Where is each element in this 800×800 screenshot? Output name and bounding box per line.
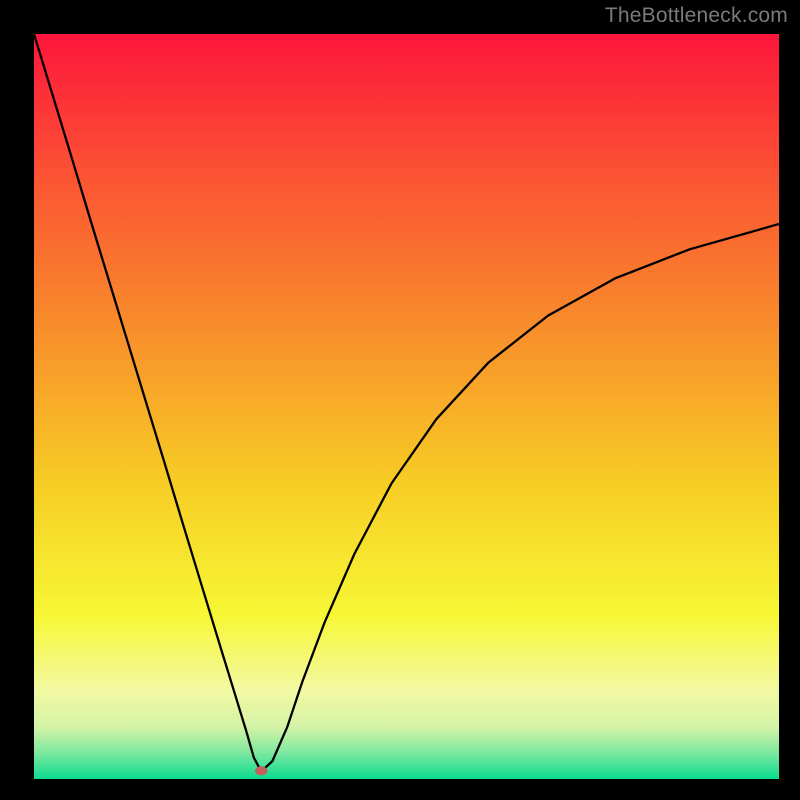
bottleneck-chart: [34, 34, 779, 779]
plot-background: [34, 34, 779, 779]
chart-frame: TheBottleneck.com: [0, 0, 800, 800]
optimal-marker: [255, 766, 267, 775]
watermark-text: TheBottleneck.com: [605, 4, 788, 28]
